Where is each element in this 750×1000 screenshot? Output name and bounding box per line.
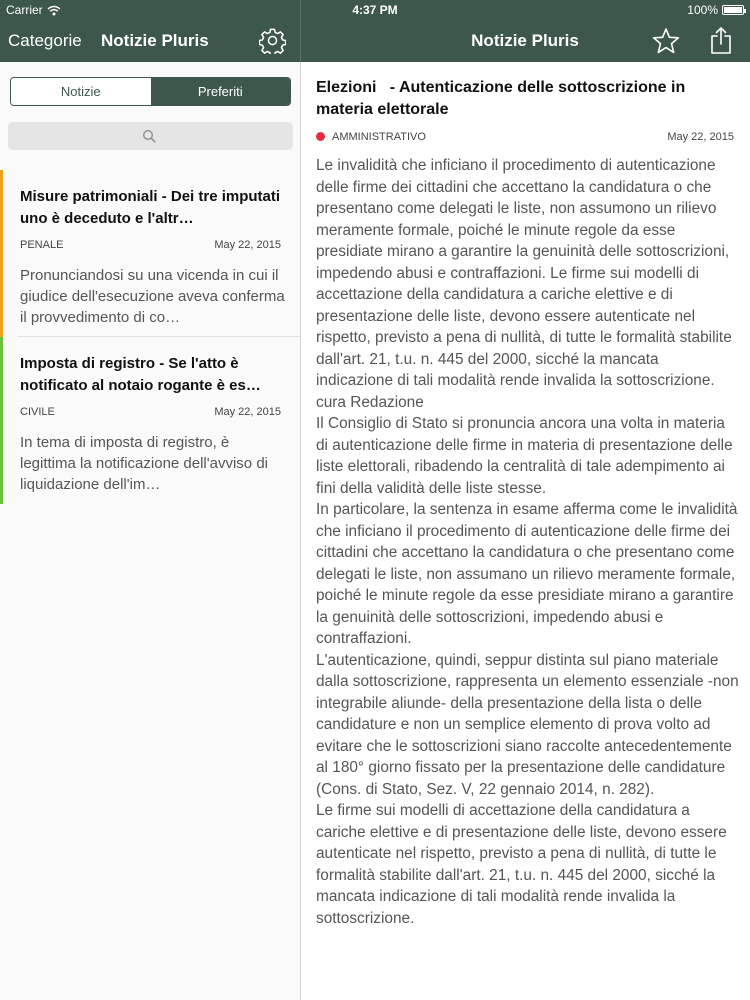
- battery-percent: 100%: [687, 3, 718, 17]
- navigation-bar: Carrier 4:37 PM 100% Categorie Notizie P…: [0, 0, 750, 62]
- article-body: Le invalidità che inficiano il procedime…: [316, 157, 739, 927]
- list-item-title: Misure patrimoniali - Dei tre imputati u…: [20, 188, 281, 227]
- detail-title: Notizie Pluris: [471, 31, 579, 50]
- list-item[interactable]: Imposta di registro - Se l'atto è notifi…: [0, 337, 300, 504]
- list-item-title: Imposta di registro - Se l'atto è notifi…: [20, 355, 261, 394]
- list-item-excerpt: Pronunciandosi su una vicenda in cui il …: [20, 267, 285, 326]
- list-item-date: May 22, 2015: [214, 239, 281, 251]
- tab-notizie[interactable]: Notizie: [11, 78, 151, 105]
- gear-icon[interactable]: [259, 27, 286, 54]
- star-icon[interactable]: [652, 27, 680, 55]
- news-list-pane: Notizie Preferiti Misure patrimoniali - …: [0, 62, 300, 1000]
- status-time: 4:37 PM: [352, 3, 398, 17]
- list-item-category: PENALE: [20, 239, 64, 251]
- article-category: AMMINISTRATIVO: [332, 131, 426, 143]
- list-item[interactable]: Misure patrimoniali - Dei tre imputati u…: [0, 170, 300, 337]
- status-bar: Carrier 4:37 PM 100%: [0, 0, 750, 20]
- segmented-control: Notizie Preferiti: [10, 77, 291, 106]
- category-accent-bar: [0, 170, 3, 337]
- search-bar[interactable]: [8, 122, 293, 150]
- list-item-category: CIVILE: [20, 406, 55, 418]
- article-detail-pane[interactable]: Elezioni - Autenticazione delle sottoscr…: [301, 62, 750, 1000]
- category-dot-icon: [316, 132, 325, 141]
- list-item-date: May 22, 2015: [214, 406, 281, 418]
- status-right: 100%: [687, 3, 746, 17]
- categories-button[interactable]: Categorie: [8, 31, 82, 51]
- article-title: Elezioni - Autenticazione delle sottoscr…: [316, 79, 690, 118]
- battery-icon: [722, 5, 746, 15]
- tab-preferiti[interactable]: Preferiti: [150, 78, 290, 105]
- article-date: May 22, 2015: [667, 131, 734, 143]
- search-icon: [142, 129, 156, 143]
- list-title: Notizie Pluris: [101, 31, 209, 50]
- category-accent-bar: [0, 337, 3, 504]
- list-item-excerpt: In tema di imposta di registro, è legitt…: [20, 434, 268, 493]
- share-icon[interactable]: [708, 26, 734, 55]
